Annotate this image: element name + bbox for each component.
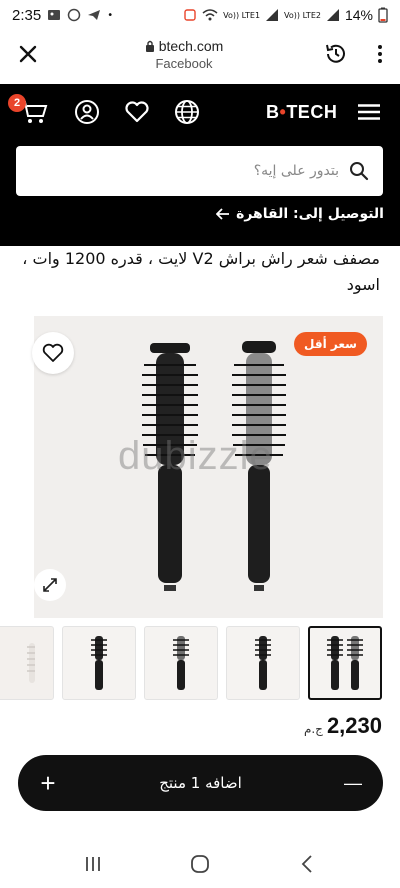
add-to-cart-bar: + اضافه 1 منتج — [18,755,383,811]
price-currency: ج.م [303,722,323,736]
close-button[interactable] [0,30,56,78]
network-label-1: Vo)) LTE1 [223,10,261,20]
lower-price-badge: سعر أقل [294,332,367,356]
add-to-cart-button[interactable]: اضافه 1 منتج [78,774,323,792]
logo-left: B [266,102,280,122]
heart-icon [125,101,149,123]
signal-icon-2 [326,9,339,21]
more-vertical-icon [378,45,382,63]
language-button[interactable] [174,99,200,125]
delivery-text: التوصيل إلى: القاهرة [236,206,384,222]
battery-percent: 14% [344,7,373,23]
btech-logo[interactable]: B•TECH [266,102,337,123]
thumbnail-5-selected[interactable] [308,626,382,700]
wishlist-button[interactable] [124,99,150,125]
back-button[interactable] [287,844,327,884]
back-chevron-icon [301,855,312,873]
whatsapp-icon [67,8,81,22]
site-header: 2 B•TECH بتدور على إيه؟ التوصيل إلى: الق… [0,84,400,246]
menu-button[interactable] [358,104,380,120]
browser-toolbar: btech.com Facebook [0,30,400,78]
thumbnail-4[interactable] [226,626,300,700]
expand-image-button[interactable] [34,569,66,601]
search-icon [350,162,369,181]
thumbnail-2[interactable] [62,626,136,700]
account-button[interactable] [74,99,100,125]
system-nav-bar [0,840,400,888]
watermark: dubizzle [118,434,273,478]
thumbnail-image [173,636,189,690]
increase-quantity-button[interactable]: + [18,755,78,811]
notification-dot-icon: • [107,9,114,21]
wifi-icon [202,9,218,21]
delivery-location[interactable]: التوصيل إلى: القاهرة [216,206,384,222]
alarm-icon [184,9,196,21]
price: ج.م 2,230 [304,713,382,739]
expand-icon [43,578,57,592]
cart-count-badge: 2 [8,94,26,112]
page-url: btech.com [158,37,224,54]
thumbnail-image [255,636,271,690]
home-button[interactable] [180,844,220,884]
signal-icon [266,9,279,21]
address-area[interactable]: btech.com Facebook [56,38,312,71]
status-time: 2:35 [12,6,42,24]
network-label-2: Vo)) LTE2 [284,10,321,20]
search-input[interactable]: بتدور على إيه؟ [16,146,383,196]
lock-icon [145,40,154,52]
referrer-label: Facebook [155,55,213,71]
close-icon [19,45,37,63]
home-icon [191,855,209,873]
status-bar: 2:35 • Vo)) LTE1 Vo)) LTE2 14% [0,0,400,30]
thumbnail-image [91,636,107,690]
thumbnail-3[interactable] [144,626,218,700]
hamburger-icon [358,104,380,120]
user-icon [75,100,99,124]
add-to-wishlist-button[interactable] [32,332,74,374]
thumbnail-1[interactable] [0,626,54,700]
battery-icon [378,7,388,23]
thumbnail-strip [0,626,400,700]
history-button[interactable] [312,30,360,78]
telegram-icon [88,10,101,20]
thumbnail-image [27,643,35,683]
thumbnail-image [327,636,363,690]
product-title: مصفف شعر راش براش V2 لايت ، قدره 1200 وا… [22,249,380,294]
globe-icon [175,100,199,124]
logo-right: TECH [286,102,338,122]
heart-outline-icon [42,343,64,362]
arrow-left-icon [216,208,230,220]
recents-button[interactable] [73,844,113,884]
recents-icon [86,857,101,871]
gallery-icon [48,10,61,20]
search-placeholder: بتدور على إيه؟ [253,163,339,179]
more-options-button[interactable] [360,30,400,78]
decrease-quantity-button[interactable]: — [323,755,383,811]
price-value: 2,230 [326,713,382,738]
history-icon [326,44,345,63]
